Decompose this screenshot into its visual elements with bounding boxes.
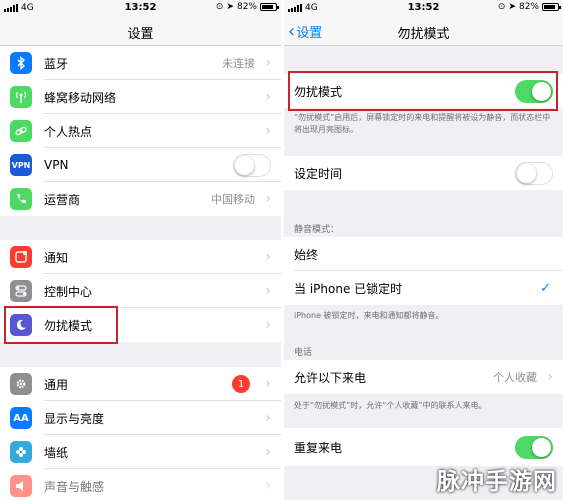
chevron-right-icon: › [265, 478, 271, 494]
notifications-icon [10, 246, 32, 268]
chevron-right-icon: › [265, 55, 271, 71]
hotspot-link-icon [10, 120, 32, 142]
row-value: 未连接 [222, 57, 255, 70]
checkmark-icon: ✓ [540, 280, 551, 296]
silence-description: iPhone 被锁定时，来电和通知都将静音。 [294, 311, 444, 320]
settings-row-hotspot[interactable]: 个人热点 › [0, 114, 281, 148]
phone-section-header: 电话 [294, 348, 313, 358]
location-icon: ➤ [226, 2, 234, 12]
vpn-toggle[interactable] [233, 153, 271, 177]
text-size-icon: AA [10, 407, 32, 429]
row-label: 蜂窝移动网络 [44, 90, 117, 105]
settings-row-display-brightness[interactable]: AA 显示与亮度 › [0, 401, 281, 435]
status-bar: 4G 13:52 ⊙ ➤ 82% [0, 0, 281, 16]
row-label: 重复来电 [294, 440, 343, 455]
display-group: 通用 1 › AA 显示与亮度 › 墙纸 › 声音与触感 › [0, 367, 281, 500]
allow-calls-row[interactable]: 允许以下来电 个人收藏 › [284, 360, 563, 394]
settings-row-cellular[interactable]: 蜂窝移动网络 › [0, 80, 281, 114]
settings-row-sounds[interactable]: 声音与触感 › [0, 469, 281, 500]
control-center-icon [10, 280, 32, 302]
wallpaper-flower-icon [10, 441, 32, 463]
highlight-box [288, 71, 558, 111]
chevron-right-icon: › [265, 89, 271, 105]
row-label: 控制中心 [44, 284, 93, 299]
silence-section-header: 静音模式： [294, 225, 340, 235]
highlight-box [4, 306, 118, 344]
battery-icon [260, 3, 279, 11]
vpn-icon: VPN [10, 154, 32, 176]
update-count-badge: 1 [232, 375, 250, 393]
settings-row-bluetooth[interactable]: 蓝牙 未连接 › [0, 46, 281, 80]
orientation-lock-icon: ⊙ [215, 2, 224, 12]
row-label: 蓝牙 [44, 56, 69, 71]
row-label: 声音与触感 [44, 479, 105, 494]
dnd-description: “勿扰模式”启用后，屏幕锁定时的来电和提醒将被设为静音，而状态栏中将出现月亮图标… [294, 113, 551, 134]
row-value: 个人收藏 [493, 371, 537, 384]
chevron-right-icon: › [265, 317, 271, 333]
orientation-lock-icon: ⊙ [497, 2, 506, 12]
allow-calls-description: 处于“勿扰模式”时，允许“个人收藏”中的联系人来电。 [294, 401, 487, 410]
repeat-calls-row: 重复来电 [284, 428, 563, 466]
settings-row-notifications[interactable]: 通知 › [0, 240, 281, 274]
row-label: VPN [44, 158, 69, 172]
silence-group: 始终 当 iPhone 已锁定时 ✓ [284, 237, 563, 305]
schedule-toggle[interactable] [515, 161, 553, 185]
schedule-row: 设定时间 [284, 156, 563, 190]
settings-row-carrier[interactable]: 运营商 中国移动 › [0, 182, 281, 216]
chevron-right-icon: › [265, 283, 271, 299]
phone-icon [10, 188, 32, 210]
status-bar: 4G 13:52 ⊙ ➤ 82% [284, 0, 563, 16]
battery-percent: 82% [236, 2, 257, 12]
nav-bar: 设置 [0, 16, 281, 46]
row-label: 通用 [44, 377, 69, 392]
settings-row-wallpaper[interactable]: 墙纸 › [0, 435, 281, 469]
connectivity-group: 蓝牙 未连接 › 蜂窝移动网络 › 个人热点 › VPN VPN 运营商 中国移… [0, 46, 281, 216]
row-label: 个人热点 [44, 124, 93, 139]
row-label: 允许以下来电 [294, 370, 367, 385]
cellular-antenna-icon [10, 86, 32, 108]
do-not-disturb-screen: 4G 13:52 ⊙ ➤ 82% ‹ 设置 勿扰模式 勿扰模式 “勿扰模式”启用… [284, 0, 563, 500]
settings-row-vpn: VPN VPN [0, 148, 281, 182]
page-title: 勿扰模式 [397, 27, 450, 42]
repeat-calls-group: 重复来电 [284, 428, 563, 466]
settings-row-general[interactable]: 通用 1 › [0, 367, 281, 401]
speaker-icon [10, 475, 32, 497]
repeat-calls-toggle[interactable] [515, 435, 553, 459]
chevron-right-icon: › [265, 444, 271, 460]
nav-bar: ‹ 设置 勿扰模式 [284, 16, 563, 46]
chevron-right-icon: › [265, 249, 271, 265]
chevron-right-icon: › [265, 123, 271, 139]
battery-icon [542, 3, 561, 11]
settings-screen: 4G 13:52 ⊙ ➤ 82% 设置 蓝牙 未连接 › 蜂窝移动网络 › 个人… [0, 0, 281, 500]
row-value: 中国移动 [211, 193, 255, 206]
row-label: 设定时间 [294, 166, 343, 181]
chevron-right-icon: › [265, 191, 271, 207]
bluetooth-icon [10, 52, 32, 74]
page-title: 设置 [127, 27, 154, 42]
row-label: 始终 [294, 247, 319, 262]
chevron-right-icon: › [547, 369, 553, 385]
row-label: 当 iPhone 已锁定时 [294, 281, 403, 296]
silence-option-always[interactable]: 始终 [284, 237, 563, 271]
chevron-right-icon: › [265, 376, 271, 392]
row-label: 通知 [44, 250, 69, 265]
schedule-group: 设定时间 [284, 156, 563, 190]
location-icon: ➤ [508, 2, 516, 12]
watermark-text: 脉冲手游网 [437, 469, 557, 495]
silence-option-locked[interactable]: 当 iPhone 已锁定时 ✓ [284, 271, 563, 305]
row-label: 运营商 [44, 192, 81, 207]
chevron-right-icon: › [265, 410, 271, 426]
settings-row-control-center[interactable]: 控制中心 › [0, 274, 281, 308]
row-label: 显示与亮度 [44, 411, 105, 426]
allow-calls-group: 允许以下来电 个人收藏 › [284, 360, 563, 394]
gear-icon [10, 373, 32, 395]
row-label: 墙纸 [44, 445, 69, 460]
battery-percent: 82% [518, 2, 539, 12]
